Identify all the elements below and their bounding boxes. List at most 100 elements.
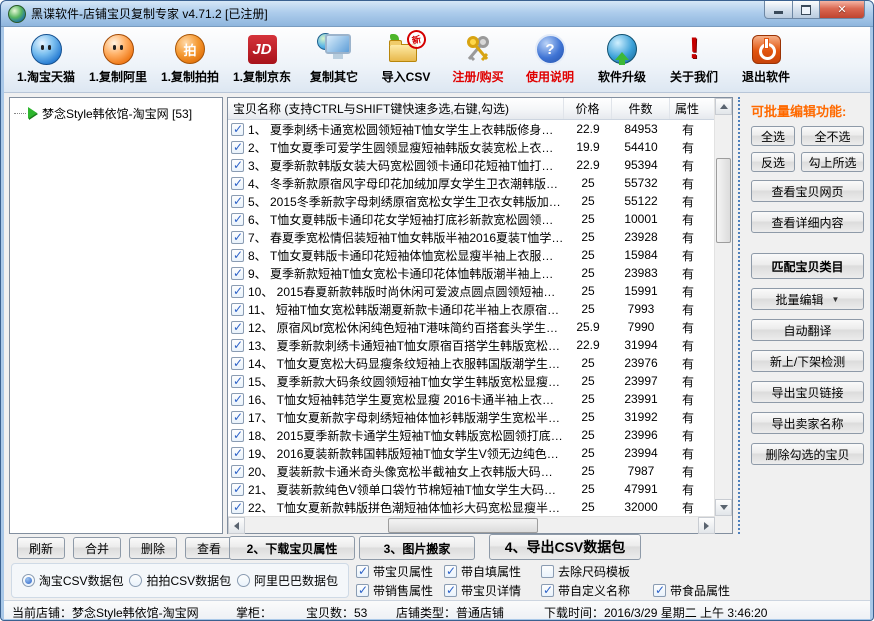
invert-selection-button[interactable]: 反选: [751, 152, 795, 172]
table-row[interactable]: 12、 原宿风bf宽松休闲纯色短袖T港味简约百搭套头学生女T...25.9799…: [228, 318, 715, 336]
row-checkbox[interactable]: [231, 411, 244, 424]
table-row[interactable]: 16、 T恤女短袖韩范学生夏宽松显瘦 2016卡通半袖上衣服韩版...25239…: [228, 390, 715, 408]
col-header-name[interactable]: 宝贝名称 (支持CTRL与SHIFT键快速多选,右键,勾选): [228, 98, 564, 119]
table-row[interactable]: 15、 夏季新款大码条纹圆领短袖T恤女学生韩版宽松显瘦上衣...2523997有: [228, 372, 715, 390]
horizontal-scroll-thumb[interactable]: [388, 518, 538, 533]
row-checkbox[interactable]: [231, 357, 244, 370]
table-row[interactable]: 9、 夏季新款短袖T恤女宽松卡通印花体恤韩版潮半袖上衣服...2523983有: [228, 264, 715, 282]
toolbar-upgrade[interactable]: 软件升级: [586, 31, 658, 89]
row-checkbox[interactable]: [231, 501, 244, 514]
row-checkbox[interactable]: [231, 393, 244, 406]
row-checkbox[interactable]: [231, 339, 244, 352]
scroll-down-button[interactable]: [715, 499, 732, 516]
row-checkbox[interactable]: [231, 231, 244, 244]
table-row[interactable]: 8、 T恤女夏韩版卡通印花短袖体恤宽松显瘦半袖上衣服学生...2515984有: [228, 246, 715, 264]
toolbar-exit[interactable]: 退出软件: [730, 31, 802, 89]
row-checkbox[interactable]: [231, 195, 244, 208]
export-option-checkbox[interactable]: 带食品属性: [653, 582, 730, 598]
export-option-checkbox[interactable]: 带自填属性: [444, 563, 521, 579]
table-row[interactable]: 22、 T恤女夏新款韩版拼色潮短袖体恤衫大码宽松显瘦半袖上2532000有: [228, 498, 715, 516]
export-sellers-button[interactable]: 导出卖家名称: [751, 412, 864, 434]
table-row[interactable]: 14、 T恤女夏宽松大码显瘦条纹短袖上衣服韩国版潮学生半袖...2523976有: [228, 354, 715, 372]
table-row[interactable]: 3、 夏季新款韩版女装大码宽松圆领卡通印花短袖T恤打底衫学...22.99539…: [228, 156, 715, 174]
download-attrs-button[interactable]: 2、下载宝贝属性: [229, 536, 355, 560]
select-none-button[interactable]: 全不选: [801, 126, 864, 146]
image-move-button[interactable]: 3、图片搬家: [359, 536, 475, 560]
batch-edit-dropdown[interactable]: 批量编辑 ▼: [751, 288, 864, 310]
delete-button[interactable]: 删除: [129, 537, 177, 559]
col-header-price[interactable]: 价格: [564, 98, 612, 119]
table-row[interactable]: 4、 冬季新款原宿风字母印花加绒加厚女学生卫衣潮韩版宽松...2555732有: [228, 174, 715, 192]
title-bar[interactable]: 黑谍软件-店铺宝贝复制专家 v4.71.2 [已注册] ✕: [1, 1, 873, 27]
toolbar-copy-ali[interactable]: 1.复制阿里: [82, 31, 154, 89]
toolbar-register-buy[interactable]: 注册/购买: [442, 31, 514, 89]
row-checkbox[interactable]: [231, 159, 244, 172]
check-selected-button[interactable]: 勾上所选: [801, 152, 864, 172]
vertical-scroll-thumb[interactable]: [716, 158, 731, 243]
row-checkbox[interactable]: [231, 447, 244, 460]
table-row[interactable]: 21、 夏装新款纯色V领单口袋竹节棉短袖T恤女学生大码体恤...2547991有: [228, 480, 715, 498]
export-csv-button[interactable]: 4、导出CSV数据包: [489, 534, 641, 560]
merge-button[interactable]: 合并: [73, 537, 121, 559]
toolbar-copy-other[interactable]: 复制其它: [298, 31, 370, 89]
table-row[interactable]: 2、 T恤女夏季可爱学生圆领显瘦短袖韩版女装宽松上衣服打底...19.95441…: [228, 138, 715, 156]
scroll-right-button[interactable]: [698, 517, 715, 534]
scroll-up-button[interactable]: [715, 98, 732, 115]
toolbar-taobao-tmall[interactable]: 1.淘宝天猫: [10, 31, 82, 89]
view-button[interactable]: 查看: [185, 537, 233, 559]
row-checkbox[interactable]: [231, 321, 244, 334]
row-checkbox[interactable]: [231, 141, 244, 154]
col-header-count[interactable]: 件数: [612, 98, 670, 119]
table-row[interactable]: 13、 夏季新款刺绣卡通短袖T恤女原宿百搭学生韩版宽松打底...22.93199…: [228, 336, 715, 354]
row-checkbox[interactable]: [231, 285, 244, 298]
toolbar-copy-jd[interactable]: JD 1.复制京东: [226, 31, 298, 89]
csv-type-radio[interactable]: 拍拍CSV数据包: [129, 572, 231, 589]
table-row[interactable]: 5、 2015冬季新款字母刺绣原宿宽松女学生卫衣女韩版加绒加...2555122…: [228, 192, 715, 210]
match-category-button[interactable]: 匹配宝贝类目: [751, 253, 864, 279]
view-item-page-button[interactable]: 查看宝贝网页: [751, 180, 864, 202]
row-checkbox[interactable]: [231, 177, 244, 190]
row-checkbox[interactable]: [231, 123, 244, 136]
row-checkbox[interactable]: [231, 375, 244, 388]
export-option-checkbox[interactable]: 带自定义名称: [541, 582, 630, 598]
csv-type-radio[interactable]: 阿里巴巴数据包: [237, 572, 338, 589]
table-row[interactable]: 7、 春夏季宽松情侣装短袖T恤女韩版半袖2016夏装T恤学生体...252392…: [228, 228, 715, 246]
table-row[interactable]: 18、 2015夏季新款卡通学生短袖T恤女韩版宽松圆领打底小衫...252399…: [228, 426, 715, 444]
toolbar-copy-paipai[interactable]: 拍 1.复制拍拍: [154, 31, 226, 89]
table-row[interactable]: 20、 夏装新款卡通米奇头像宽松半截袖女上衣韩版大码可爱...257987有: [228, 462, 715, 480]
row-checkbox[interactable]: [231, 429, 244, 442]
row-checkbox[interactable]: [231, 303, 244, 316]
table-row[interactable]: 11、 短袖T恤女宽松韩版潮夏新款卡通印花半袖上衣原宿学生...257993有: [228, 300, 715, 318]
vertical-scrollbar[interactable]: [714, 98, 732, 516]
select-all-button[interactable]: 全选: [751, 126, 795, 146]
close-button[interactable]: ✕: [820, 1, 865, 19]
shelf-check-button[interactable]: 新上/下架检测: [751, 350, 864, 372]
auto-translate-button[interactable]: 自动翻译: [751, 319, 864, 341]
maximize-button[interactable]: [793, 1, 820, 19]
refresh-button[interactable]: 刷新: [17, 537, 65, 559]
toolbar-help[interactable]: ? 使用说明: [514, 31, 586, 89]
export-option-checkbox[interactable]: 带宝贝属性: [356, 563, 433, 579]
view-detail-button[interactable]: 查看详细内容: [751, 211, 864, 233]
table-row[interactable]: 1、 夏季刺绣卡通宽松圆领短袖T恤女学生上衣韩版修身打底衫...22.98495…: [228, 120, 715, 138]
table-row[interactable]: 17、 T恤女夏新款字母刺绣短袖体恤衫韩版潮学生宽松半袖上...2531992有: [228, 408, 715, 426]
delete-checked-button[interactable]: 删除勾选的宝贝: [751, 443, 864, 465]
table-row[interactable]: 10、 2015春夏新款韩版时尚休闲可爱波点圆点圆领短袖套头...2515991…: [228, 282, 715, 300]
table-row[interactable]: 6、 T恤女夏韩版卡通印花女学短袖打底衫新款宽松圆领上衣体...2510001有: [228, 210, 715, 228]
csv-type-radio[interactable]: 淘宝CSV数据包: [22, 572, 124, 589]
table-row[interactable]: 19、 2016夏装新款韩国韩版短袖T恤女学生V领无边纯色大码...252399…: [228, 444, 715, 462]
export-option-checkbox[interactable]: 带宝贝详情: [444, 582, 521, 598]
row-checkbox[interactable]: [231, 267, 244, 280]
export-option-checkbox[interactable]: 带销售属性: [356, 582, 433, 598]
row-checkbox[interactable]: [231, 465, 244, 478]
row-checkbox[interactable]: [231, 483, 244, 496]
export-links-button[interactable]: 导出宝贝链接: [751, 381, 864, 403]
scroll-left-button[interactable]: [228, 517, 245, 534]
tree-item-shop[interactable]: 梦念Style韩依馆-淘宝网 [53]: [10, 104, 222, 122]
export-option-checkbox[interactable]: 去除尺码模板: [541, 563, 630, 579]
row-checkbox[interactable]: [231, 249, 244, 262]
col-header-attr[interactable]: 属性: [670, 98, 715, 119]
row-checkbox[interactable]: [231, 213, 244, 226]
minimize-button[interactable]: [764, 1, 793, 19]
panel-splitter[interactable]: [738, 97, 740, 534]
